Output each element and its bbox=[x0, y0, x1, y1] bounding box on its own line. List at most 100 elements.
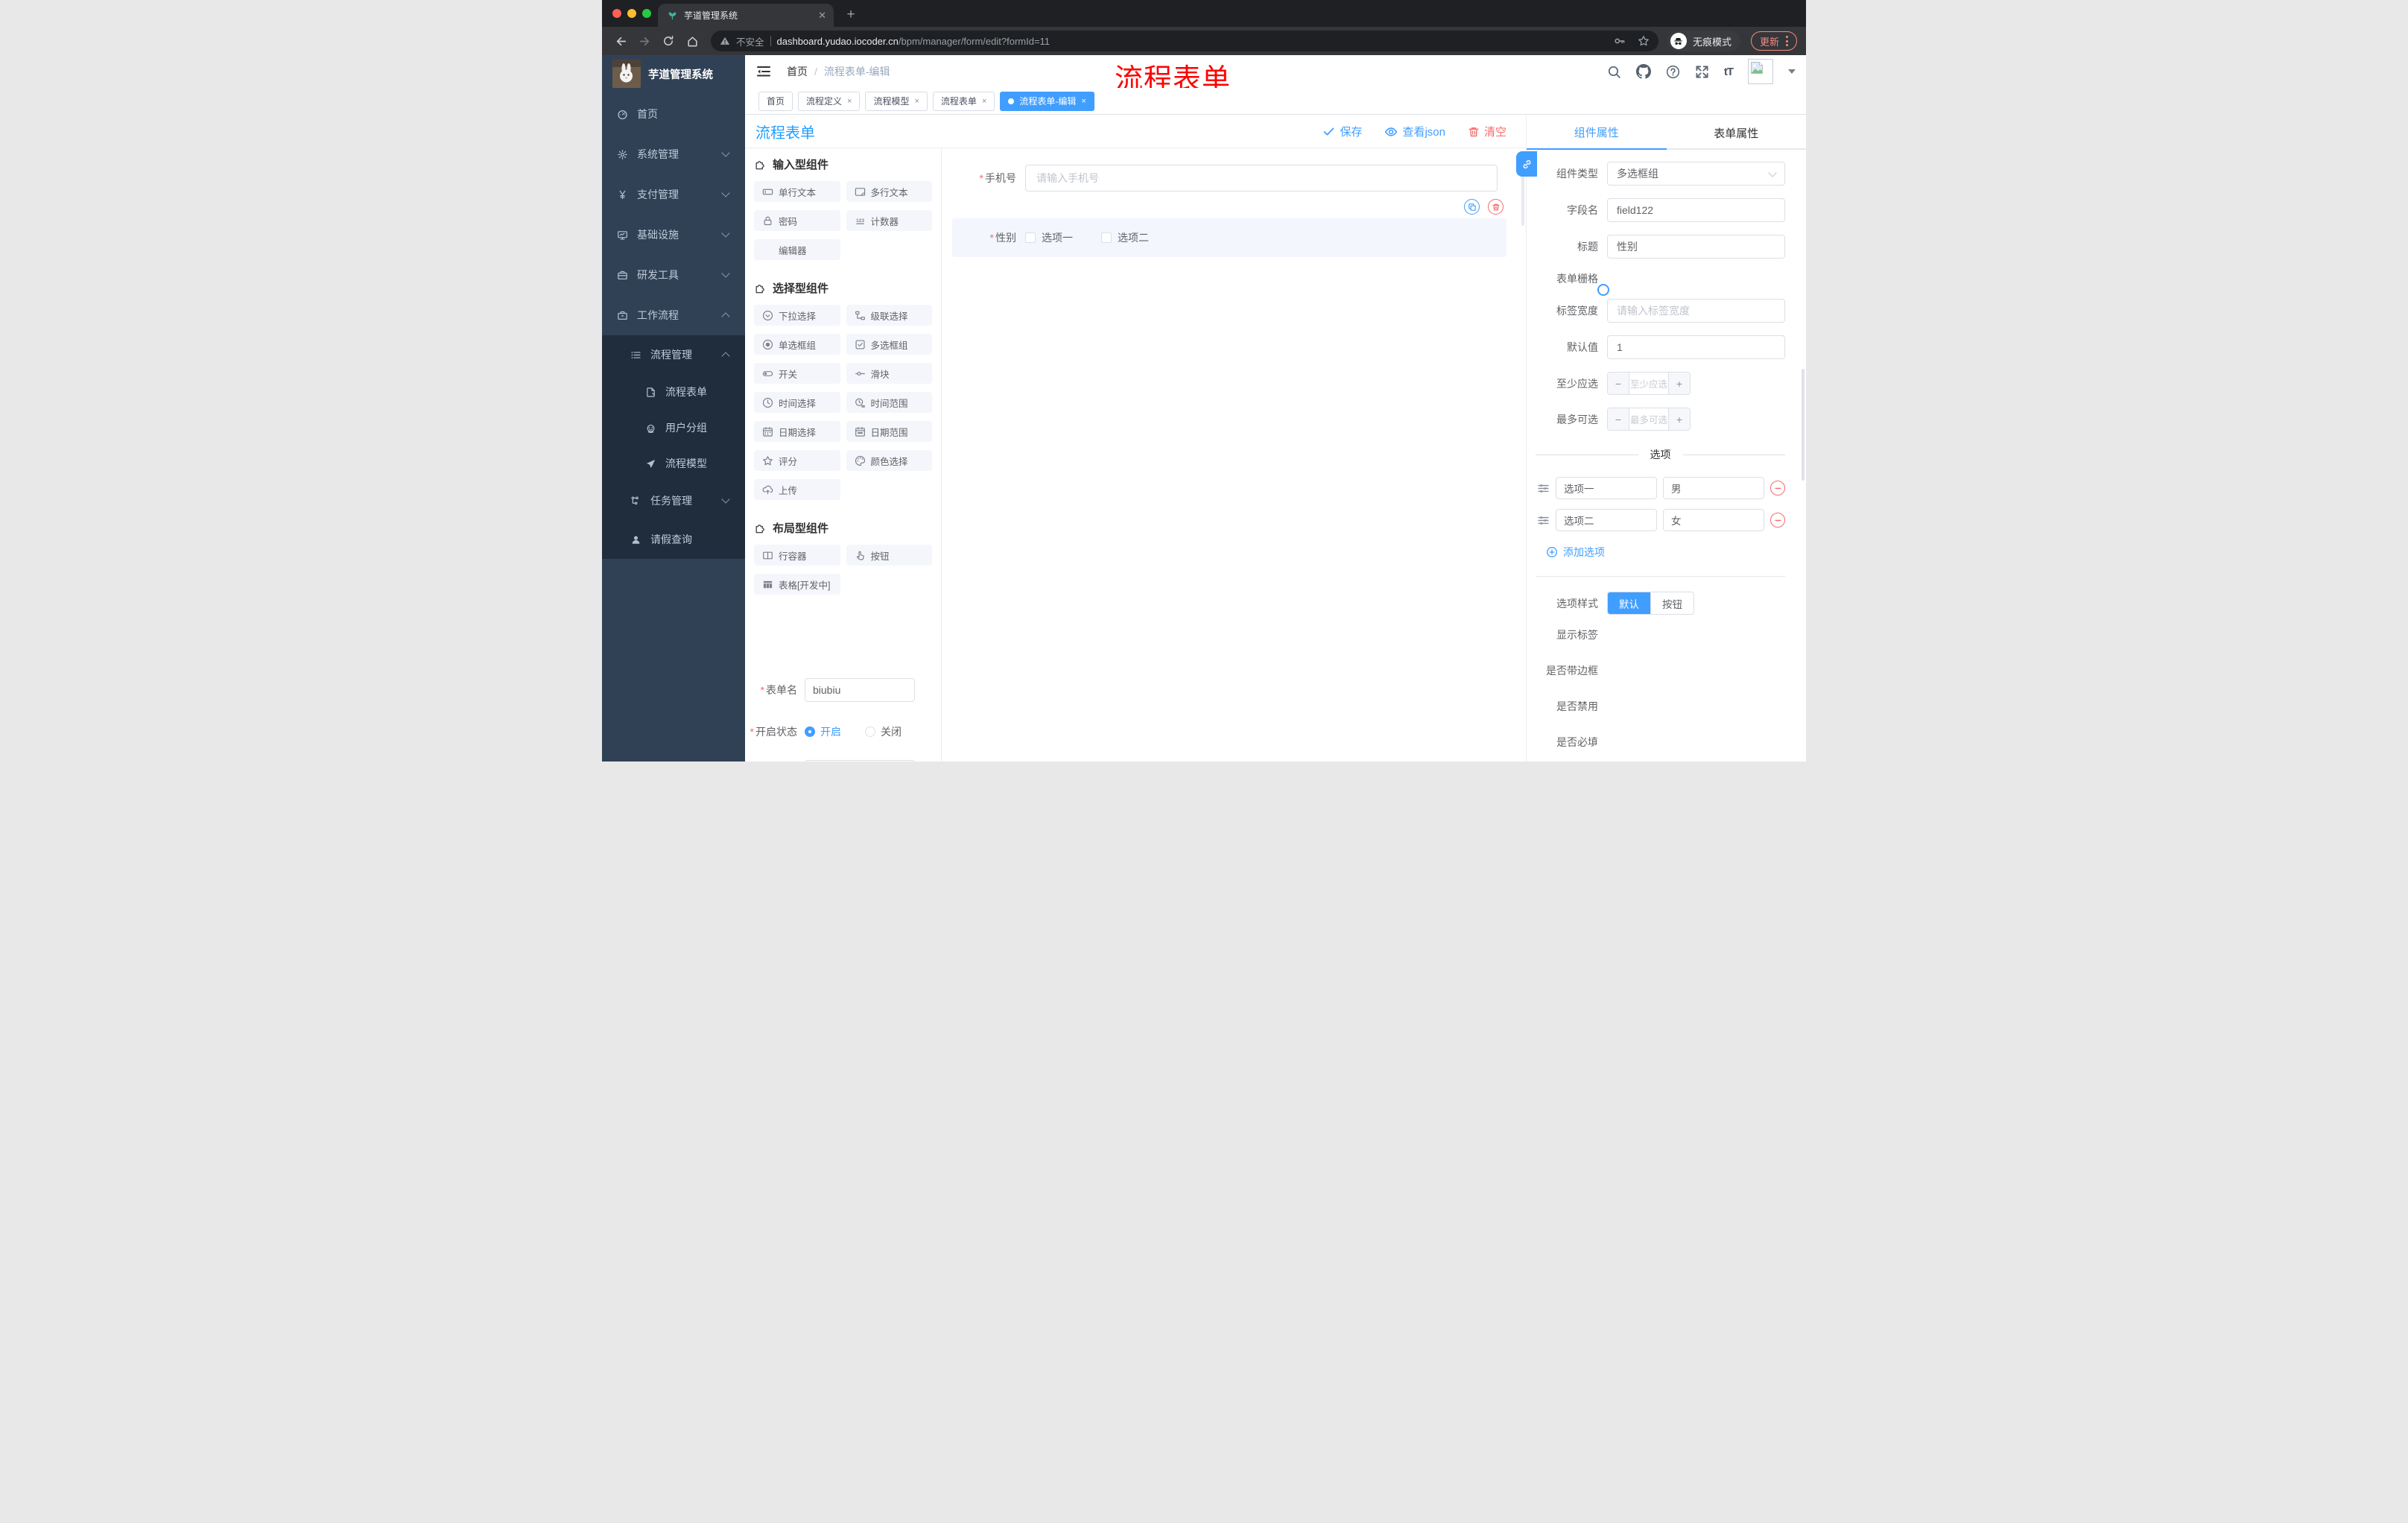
panel-scrollbar[interactable] bbox=[1802, 369, 1805, 481]
drag-handle-icon[interactable] bbox=[1537, 482, 1550, 495]
palette-item[interactable]: 滑块 bbox=[846, 363, 932, 384]
palette-item[interactable]: 颜色选择 bbox=[846, 450, 932, 471]
form-canvas[interactable]: *手机号 *性别 选项一 选项二 bbox=[942, 148, 1526, 762]
sidebar-item-7[interactable]: 流程管理 bbox=[602, 335, 745, 374]
palette-item[interactable]: 表格[开发中] bbox=[754, 574, 840, 595]
palette-item[interactable]: 按钮 bbox=[846, 545, 932, 566]
option-1-value-input[interactable] bbox=[1671, 482, 1756, 494]
sidebar-item-10[interactable]: 流程模型 bbox=[602, 446, 745, 481]
sidebar-logo[interactable]: 芋道管理系统 bbox=[602, 55, 745, 92]
home-icon[interactable] bbox=[682, 31, 702, 51]
palette-item[interactable]: 行容器 bbox=[754, 545, 840, 566]
palette-item[interactable]: 多选框组 bbox=[846, 334, 932, 355]
gender-option-2[interactable]: 选项二 bbox=[1101, 230, 1149, 245]
slider-handle[interactable] bbox=[1597, 284, 1609, 296]
browser-tab[interactable]: 芋道管理系统 ✕ bbox=[658, 4, 834, 27]
title-input[interactable] bbox=[1617, 241, 1775, 253]
remove-option-button[interactable] bbox=[1770, 513, 1785, 528]
status-off-radio[interactable]: 关闭 bbox=[865, 724, 902, 739]
palette-item[interactable]: 123 计数器 bbox=[846, 210, 932, 231]
close-window-button[interactable] bbox=[612, 9, 621, 18]
label-width-input[interactable] bbox=[1617, 305, 1775, 317]
increase-button[interactable]: + bbox=[1668, 408, 1690, 430]
gender-option-1[interactable]: 选项一 bbox=[1025, 230, 1073, 245]
palette-item[interactable]: 级联选择 bbox=[846, 305, 932, 326]
breadcrumb-home[interactable]: 首页 bbox=[787, 64, 808, 79]
address-bar[interactable]: 不安全 dashboard.yudao.iocoder.cn/bpm/manag… bbox=[711, 31, 1658, 51]
github-icon[interactable] bbox=[1635, 64, 1651, 79]
palette-item[interactable]: 多行文本 bbox=[846, 181, 932, 202]
minimize-window-button[interactable] bbox=[627, 9, 636, 18]
sidebar-item-8[interactable]: 流程表单 bbox=[602, 374, 745, 410]
delete-component-button[interactable] bbox=[1488, 199, 1504, 215]
search-icon[interactable] bbox=[1607, 65, 1621, 79]
new-tab-button[interactable]: + bbox=[842, 6, 860, 24]
view-json-button[interactable]: 查看json bbox=[1384, 124, 1445, 139]
copy-component-button[interactable] bbox=[1464, 199, 1480, 215]
tag-close-icon[interactable]: × bbox=[914, 97, 919, 106]
palette-item[interactable]: 密码 bbox=[754, 210, 840, 231]
checkbox-icon[interactable] bbox=[1101, 232, 1112, 243]
save-button[interactable]: 保存 bbox=[1322, 124, 1362, 139]
palette-item[interactable]: 评分 bbox=[754, 450, 840, 471]
bookmark-star-icon[interactable] bbox=[1638, 35, 1650, 47]
tab-form-props[interactable]: 表单属性 bbox=[1667, 115, 1807, 150]
font-size-icon[interactable]: tT bbox=[1724, 66, 1734, 78]
fullscreen-icon[interactable] bbox=[1695, 65, 1709, 79]
sidebar-item-9[interactable]: 用户分组 bbox=[602, 410, 745, 446]
phone-input[interactable] bbox=[1025, 165, 1498, 191]
palette-item[interactable]: 单行文本 bbox=[754, 181, 840, 202]
sidebar-item-1[interactable]: 首页 bbox=[602, 94, 745, 134]
browser-menu-icon[interactable] bbox=[1786, 36, 1788, 46]
max-select-value[interactable]: 最多可选 bbox=[1629, 408, 1668, 430]
sidebar-item-4[interactable]: 基础设施 bbox=[602, 215, 745, 255]
default-value-input[interactable] bbox=[1617, 341, 1775, 353]
sidebar-item-12[interactable]: 请假查询 bbox=[602, 520, 745, 559]
status-on-radio[interactable]: 开启 bbox=[805, 724, 841, 739]
remark-textarea[interactable] bbox=[805, 760, 915, 762]
sidebar-item-3[interactable]: 支付管理 bbox=[602, 174, 745, 215]
back-icon[interactable] bbox=[611, 31, 630, 51]
increase-button[interactable]: + bbox=[1668, 373, 1690, 394]
remove-option-button[interactable] bbox=[1770, 481, 1785, 495]
canvas-field-gender-selected[interactable]: * 性别 选项一 选项二 bbox=[952, 199, 1506, 257]
option-1-label-input[interactable] bbox=[1564, 482, 1649, 494]
component-type-select[interactable]: 多选框组 bbox=[1607, 162, 1785, 186]
option-2-value-input[interactable] bbox=[1671, 514, 1756, 526]
field-name-input[interactable] bbox=[1617, 204, 1775, 216]
palette-item[interactable]: 上传 bbox=[754, 479, 840, 500]
style-default-button[interactable]: 默认 bbox=[1608, 592, 1650, 614]
palette-item[interactable]: 日期选择 bbox=[754, 421, 840, 442]
tag-close-icon[interactable]: × bbox=[1081, 97, 1086, 106]
tag-5[interactable]: 流程表单-编辑 × bbox=[1000, 91, 1094, 111]
browser-update-button[interactable]: 更新 bbox=[1750, 31, 1797, 51]
phone-input-field[interactable] bbox=[1036, 172, 1486, 184]
palette-item[interactable]: 日期范围 bbox=[846, 421, 932, 442]
decrease-button[interactable]: − bbox=[1608, 373, 1629, 394]
palette-item[interactable]: 开关 bbox=[754, 363, 840, 384]
drag-handle-icon[interactable] bbox=[1537, 514, 1550, 527]
style-button-button[interactable]: 按钮 bbox=[1650, 592, 1693, 614]
sidebar-item-6[interactable]: 工作流程 bbox=[602, 295, 745, 335]
palette-item[interactable]: 时间选择 bbox=[754, 392, 840, 413]
avatar[interactable] bbox=[1748, 59, 1773, 84]
key-icon[interactable] bbox=[1614, 35, 1626, 47]
tag-close-icon[interactable]: × bbox=[847, 97, 852, 106]
option-2-label-input[interactable] bbox=[1564, 514, 1649, 526]
panel-link-handle[interactable] bbox=[1516, 151, 1537, 177]
palette-item[interactable]: 单选框组 bbox=[754, 334, 840, 355]
tag-3[interactable]: 流程模型 × bbox=[865, 91, 928, 111]
tab-close-icon[interactable]: ✕ bbox=[818, 10, 826, 20]
sidebar-item-5[interactable]: 研发工具 bbox=[602, 255, 745, 295]
clear-button[interactable]: 清空 bbox=[1468, 124, 1506, 139]
tag-4[interactable]: 流程表单 × bbox=[932, 91, 995, 111]
avatar-caret-icon[interactable] bbox=[1788, 69, 1796, 74]
tab-component-props[interactable]: 组件属性 bbox=[1527, 115, 1667, 150]
reload-icon[interactable] bbox=[659, 31, 678, 51]
forward-icon[interactable] bbox=[635, 31, 654, 51]
palette-item[interactable]: 下拉选择 bbox=[754, 305, 840, 326]
canvas-field-phone[interactable]: * 手机号 bbox=[942, 165, 1498, 191]
maximize-window-button[interactable] bbox=[642, 9, 651, 18]
help-icon[interactable] bbox=[1666, 65, 1680, 79]
checkbox-icon[interactable] bbox=[1025, 232, 1036, 243]
